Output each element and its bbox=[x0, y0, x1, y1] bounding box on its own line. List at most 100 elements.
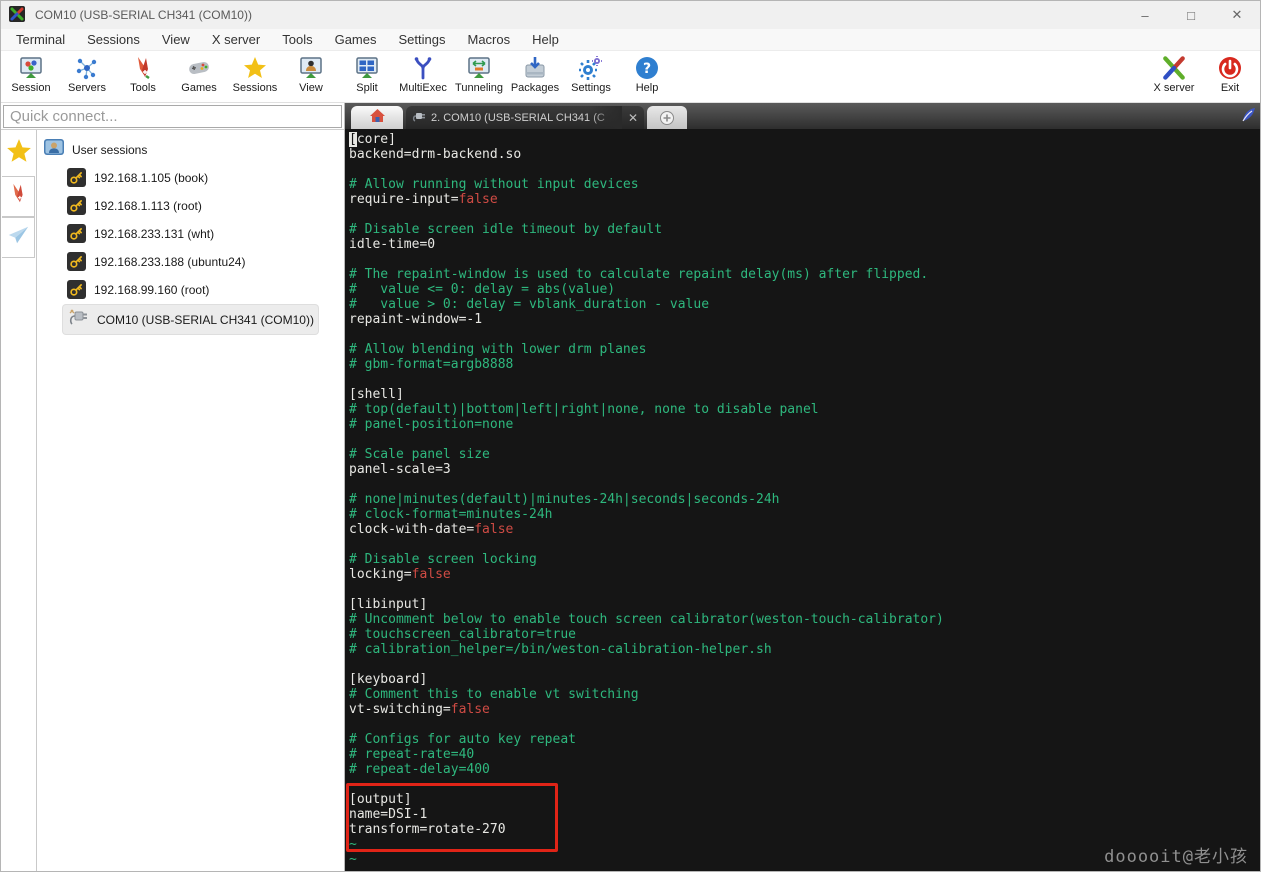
toolbar-servers-button[interactable]: Servers bbox=[59, 53, 115, 94]
toolbar-help-button[interactable]: ? Help bbox=[619, 53, 675, 94]
session-item-label: 192.168.233.131 (wht) bbox=[94, 226, 215, 241]
menu-view[interactable]: View bbox=[151, 29, 201, 51]
terminal-line: transform=rotate-270 bbox=[349, 822, 506, 837]
view-icon bbox=[298, 55, 324, 81]
menu-settings[interactable]: Settings bbox=[388, 29, 457, 51]
toolbar-label: X server bbox=[1153, 82, 1195, 94]
toolbar-settings-button[interactable]: Settings bbox=[563, 53, 619, 94]
toolbar-tunneling-button[interactable]: Tunneling bbox=[451, 53, 507, 94]
toolbar: Session Servers Tools Games Sessions View Spli… bbox=[1, 51, 1260, 103]
toolbar-session-button[interactable]: Session bbox=[3, 53, 59, 94]
edit-pen-icon[interactable] bbox=[1238, 105, 1258, 130]
toolbar-label: Split bbox=[356, 82, 378, 94]
terminal-line: # calibration_helper=/bin/weston-calibra… bbox=[349, 642, 772, 657]
terminal-screen[interactable]: [core] backend=drm-backend.so # Allow run… bbox=[345, 129, 1260, 871]
terminal-line: backend=drm-backend.so bbox=[349, 147, 522, 162]
terminal-line: # touchscreen_calibrator=true bbox=[349, 627, 576, 642]
serial-port-icon bbox=[67, 308, 89, 331]
toolbar-label: Exit bbox=[1220, 82, 1240, 94]
menubar: Terminal Sessions View X server Tools Games Se… bbox=[1, 29, 1260, 51]
terminal-line: idle-time=0 bbox=[349, 237, 436, 252]
multiexec-icon bbox=[410, 55, 436, 81]
tab-label-fade bbox=[588, 106, 622, 129]
toolbar-exit-button[interactable]: Exit bbox=[1202, 53, 1258, 94]
toolbar-split-button[interactable]: Split bbox=[339, 53, 395, 94]
terminal-line: # Disable screen idle timeout by default bbox=[349, 222, 663, 237]
toolbar-label: Session bbox=[11, 82, 51, 94]
menu-games[interactable]: Games bbox=[324, 29, 388, 51]
user-sessions-folder-icon bbox=[43, 138, 65, 161]
shared-plane-button[interactable] bbox=[2, 217, 35, 258]
minimize-button[interactable]: – bbox=[1122, 1, 1168, 29]
tools-knife-button[interactable] bbox=[2, 176, 35, 217]
serial-plug-icon bbox=[412, 109, 426, 127]
session-item-192-168-1-105[interactable]: 192.168.1.105 (book) bbox=[63, 165, 344, 190]
svg-text:?: ? bbox=[643, 61, 651, 77]
toolbar-label: Tools bbox=[130, 82, 156, 94]
toolbar-x-server-button[interactable]: X server bbox=[1146, 53, 1202, 94]
terminal-line: vt-switching=false bbox=[349, 702, 490, 717]
session-item-com10[interactable]: COM10 (USB-SERIAL CH341 (COM10)) bbox=[63, 305, 318, 334]
tab-close-icon[interactable]: ✕ bbox=[628, 111, 638, 125]
toolbar-tools-button[interactable]: Tools bbox=[115, 53, 171, 94]
toolbar-multiexec-button[interactable]: MultiExec bbox=[395, 53, 451, 94]
split-icon bbox=[354, 55, 380, 81]
toolbar-label: Help bbox=[635, 82, 659, 94]
ssh-key-icon bbox=[67, 168, 86, 187]
favorites-star-button[interactable] bbox=[4, 138, 34, 168]
new-tab-button[interactable] bbox=[647, 106, 687, 129]
session-item-192-168-99-160[interactable]: 192.168.99.160 (root) bbox=[63, 277, 344, 302]
session-item-192-168-1-113[interactable]: 192.168.1.113 (root) bbox=[63, 193, 344, 218]
active-terminal-tab[interactable]: 2. COM10 (USB-SERIAL CH341 (C ✕ bbox=[406, 106, 644, 129]
terminal-line: clock-with-date=false bbox=[349, 522, 514, 537]
terminal-line: # panel-position=none bbox=[349, 417, 514, 432]
sessions-tree: User sessions 192.168.1.105 (book) 192.16… bbox=[37, 130, 344, 871]
session-item-label: 192.168.1.105 (book) bbox=[94, 170, 209, 185]
titlebar: COM10 (USB-SERIAL CH341 (COM10)) – □ ✕ bbox=[1, 1, 1260, 29]
home-tab[interactable] bbox=[351, 106, 403, 129]
terminal-line: # top(default)|bottom|left|right|none, n… bbox=[349, 402, 819, 417]
window-controls: – □ ✕ bbox=[1122, 1, 1260, 29]
menu-macros[interactable]: Macros bbox=[456, 29, 521, 51]
terminal-line: [keyboard] bbox=[349, 672, 428, 687]
terminal-line: # repeat-delay=400 bbox=[349, 762, 490, 777]
tree-root-label: User sessions bbox=[72, 142, 148, 157]
session-item-192-168-233-188[interactable]: 192.168.233.188 (ubuntu24) bbox=[63, 249, 344, 274]
terminal-line: # Allow running without input devices bbox=[349, 177, 639, 192]
ssh-key-icon bbox=[67, 280, 86, 299]
terminal-line: [libinput] bbox=[349, 597, 428, 612]
settings-icon bbox=[578, 55, 604, 81]
terminal-line: # Configs for auto key repeat bbox=[349, 732, 576, 747]
window-title: COM10 (USB-SERIAL CH341 (COM10)) bbox=[35, 8, 252, 22]
close-button[interactable]: ✕ bbox=[1214, 1, 1260, 29]
toolbar-view-button[interactable]: View bbox=[283, 53, 339, 94]
menu-sessions[interactable]: Sessions bbox=[76, 29, 151, 51]
session-item-label: 192.168.233.188 (ubuntu24) bbox=[94, 254, 246, 269]
sessions-star-icon bbox=[242, 55, 268, 81]
exit-icon bbox=[1217, 55, 1243, 81]
terminal-line: [shell] bbox=[349, 387, 404, 402]
menu-tools[interactable]: Tools bbox=[271, 29, 323, 51]
toolbar-sessions-button[interactable]: Sessions bbox=[227, 53, 283, 94]
maximize-button[interactable]: □ bbox=[1168, 1, 1214, 29]
session-item-192-168-233-131[interactable]: 192.168.233.131 (wht) bbox=[63, 221, 344, 246]
menu-x-server[interactable]: X server bbox=[201, 29, 271, 51]
tree-root-user-sessions[interactable]: User sessions bbox=[41, 136, 344, 165]
terminal-line: [core] bbox=[349, 132, 396, 147]
toolbar-packages-button[interactable]: Packages bbox=[507, 53, 563, 94]
terminal-line: # repeat-rate=40 bbox=[349, 747, 475, 762]
packages-icon bbox=[522, 55, 548, 81]
quick-connect-input[interactable] bbox=[3, 105, 342, 128]
favorites-star-icon bbox=[5, 137, 33, 170]
menu-help[interactable]: Help bbox=[521, 29, 570, 51]
terminal-line: # Comment this to enable vt switching bbox=[349, 687, 639, 702]
toolbar-games-button[interactable]: Games bbox=[171, 53, 227, 94]
menu-terminal[interactable]: Terminal bbox=[5, 29, 76, 51]
